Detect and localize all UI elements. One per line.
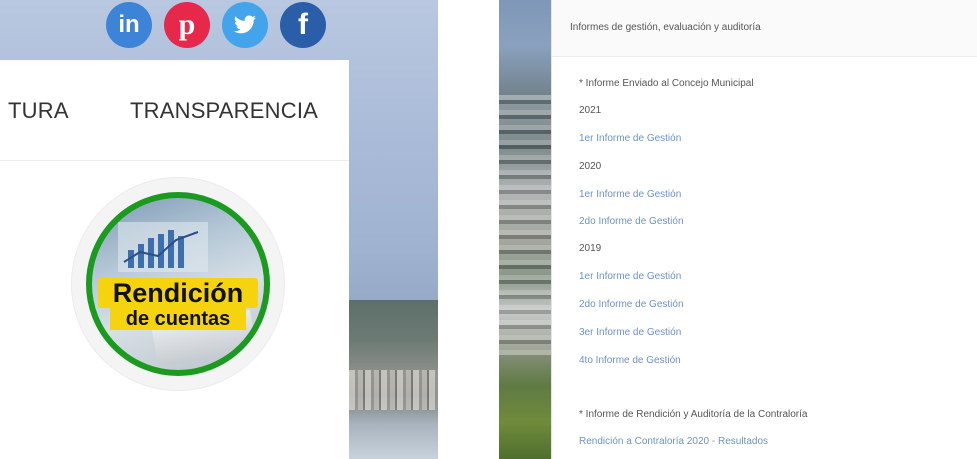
facebook-icon[interactable]: f xyxy=(280,2,326,48)
twitter-icon[interactable] xyxy=(222,2,268,48)
chart-graphic-icon xyxy=(118,222,208,272)
link-2019-informe-2[interactable]: 2do Informe de Gestión xyxy=(579,299,684,310)
nav-item-transparencia[interactable]: TRANSPARENCIA xyxy=(130,98,318,124)
badge-title: Rendición xyxy=(98,278,258,308)
nav-card: TURA TRANSPARENCIA Rendición de cuentas xyxy=(0,60,349,459)
report-header: Informes de gestión, evaluación y audito… xyxy=(552,0,977,57)
pinterest-label: p xyxy=(178,8,196,41)
left-screenshot: in p f TURA TRANSPARENCIA Rendición de c… xyxy=(0,0,438,459)
year-2020: 2020 xyxy=(579,161,602,172)
facebook-label: f xyxy=(298,8,308,41)
report-document: Informes de gestión, evaluación y audito… xyxy=(551,0,977,459)
link-2019-informe-4[interactable]: 4to Informe de Gestión xyxy=(579,355,681,366)
year-2021: 2021 xyxy=(579,105,602,116)
right-screenshot: Informes de gestión, evaluación y audito… xyxy=(499,0,977,459)
link-2019-informe-3[interactable]: 3er Informe de Gestión xyxy=(579,327,681,338)
city-aerial-photo xyxy=(499,0,551,459)
link-2020-informe-2[interactable]: 2do Informe de Gestión xyxy=(579,216,684,227)
year-2019: 2019 xyxy=(579,243,602,254)
main-nav: TURA TRANSPARENCIA xyxy=(0,60,349,161)
city-background-photo xyxy=(349,300,438,459)
link-2019-informe-1[interactable]: 1er Informe de Gestión xyxy=(579,271,681,282)
nav-item-cultura[interactable]: TURA xyxy=(8,98,69,124)
twitter-bird-icon xyxy=(234,15,256,34)
link-2020-informe-1[interactable]: 1er Informe de Gestión xyxy=(579,189,681,200)
link-2021-informe-1[interactable]: 1er Informe de Gestión xyxy=(579,133,681,144)
linkedin-label: in xyxy=(118,11,140,38)
link-contraloria-2020[interactable]: Rendición a Contraloría 2020 - Resultado… xyxy=(579,436,768,447)
badge-subtitle: de cuentas xyxy=(110,308,246,330)
rendicion-cuentas-image: Rendición de cuentas xyxy=(86,192,270,376)
pinterest-icon[interactable]: p xyxy=(164,2,210,48)
section-title-concejo: * Informe Enviado al Concejo Municipal xyxy=(579,78,754,89)
linkedin-icon[interactable]: in xyxy=(106,2,152,48)
social-bar: in p f xyxy=(106,2,326,48)
rendicion-cuentas-badge[interactable]: Rendición de cuentas xyxy=(72,178,284,390)
section-title-contraloria: * Informe de Rendición y Auditoría de la… xyxy=(579,409,808,420)
